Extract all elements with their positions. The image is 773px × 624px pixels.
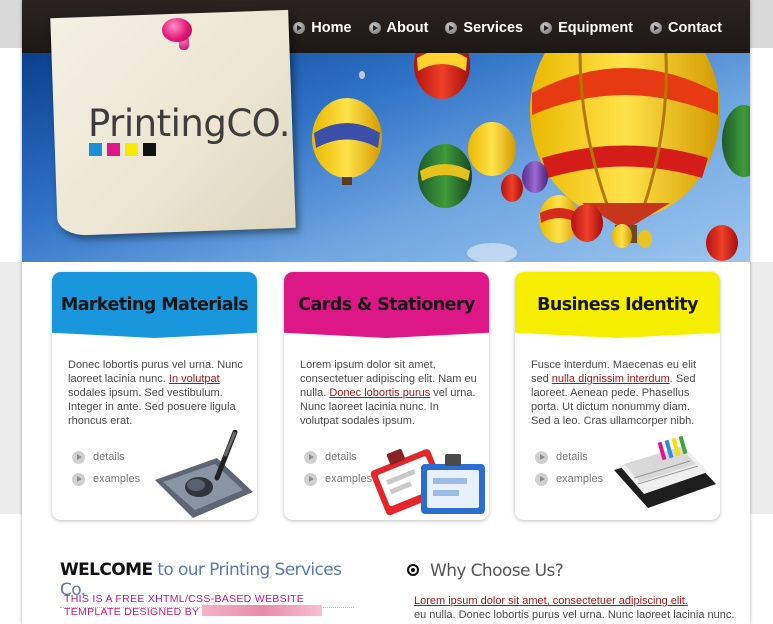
card-links: details examples [304,446,372,490]
card-title: Marketing Materials [52,272,257,338]
nav-item-home[interactable]: Home [293,20,352,36]
card-description: Donec lobortis purus vel urna. Nunc laor… [68,358,246,428]
push-pin-icon [162,18,192,42]
nav-item-label: Home [311,20,352,36]
arrow-bullet-icon [72,450,85,464]
why-text: eu nulla. Donec lobortis purus vel urna.… [414,609,735,621]
service-card-cards: Cards & Stationery Lorem ipsum dolor sit… [284,272,489,520]
site-logo[interactable]: PrintingCO. [88,102,291,145]
service-cards: Marketing Materials Donec lobortis purus… [52,272,722,520]
nav-item-label: Equipment [558,20,634,36]
why-inline-link[interactable]: Lorem ipsum dolor sit amet, consectetuer… [414,595,688,607]
target-bullet-icon [407,564,419,576]
arrow-bullet-icon [535,472,548,486]
link-label: details [556,451,588,463]
examples-link[interactable]: examples [304,468,372,490]
card-inline-link[interactable]: In volutpat [169,373,220,385]
checkbook-icon [614,435,716,508]
link-label: examples [325,473,373,485]
arrow-bullet-icon [368,22,381,34]
nav-item-about[interactable]: About [368,20,429,36]
arrow-bullet-icon [540,22,553,34]
main-menu: Home About Services Equipment Contact [276,20,722,36]
nav-item-services[interactable]: Services [445,20,523,36]
link-label: details [93,451,125,463]
examples-link[interactable]: examples [535,468,603,490]
nav-item-label: About [386,20,429,36]
arrow-bullet-icon [72,472,85,486]
card-title: Cards & Stationery [284,272,489,338]
details-link[interactable]: details [535,446,603,468]
magenta-swatch [107,143,120,156]
examples-link[interactable]: examples [72,468,140,490]
nav-item-equipment[interactable]: Equipment [540,20,633,36]
cyan-swatch [89,143,102,156]
drawing-tablet-icon [155,430,253,518]
template-credit: THIS IS A FREE XHTML/CSS-BASED WEBSITE T… [64,593,324,618]
nav-item-label: Services [463,20,524,36]
arrow-bullet-icon [304,450,317,464]
page-container: Home About Services Equipment Contact Pr… [22,0,750,624]
yellow-swatch [125,143,138,156]
arrow-bullet-icon [535,450,548,464]
card-description: Fusce interdum. Maecenas eu elit sed nul… [531,358,709,428]
arrow-bullet-icon [445,22,458,34]
arrow-bullet-icon [304,472,317,486]
card-links: details examples [72,446,140,490]
service-card-marketing: Marketing Materials Donec lobortis purus… [52,272,257,520]
card-inline-link[interactable]: Donec lobortis purus [329,387,430,399]
nav-item-contact[interactable]: Contact [650,20,722,36]
welcome-strong: WELCOME [60,560,153,580]
card-text: sodales ipsum. Sed vestibulum. Integer i… [68,387,236,427]
details-link[interactable]: details [72,446,140,468]
service-card-identity: Business Identity Fusce interdum. Maecen… [515,272,720,520]
black-swatch [143,143,156,156]
nav-item-label: Contact [668,20,722,36]
card-links: details examples [535,446,603,490]
arrow-bullet-icon [293,22,306,34]
redacted-author-link [202,605,323,616]
card-inline-link[interactable]: nulla dignissim interdum [552,373,670,385]
why-choose-us-heading: Why Choose Us? [430,561,564,581]
id-badges-icon [370,448,485,516]
card-description: Lorem ipsum dolor sit amet, consectetuer… [300,358,478,428]
link-label: examples [93,473,141,485]
arrow-bullet-icon [650,22,663,34]
link-label: details [325,451,357,463]
details-link[interactable]: details [304,446,372,468]
cmyk-swatches [89,143,156,156]
link-label: examples [556,473,604,485]
card-title: Business Identity [515,272,720,338]
